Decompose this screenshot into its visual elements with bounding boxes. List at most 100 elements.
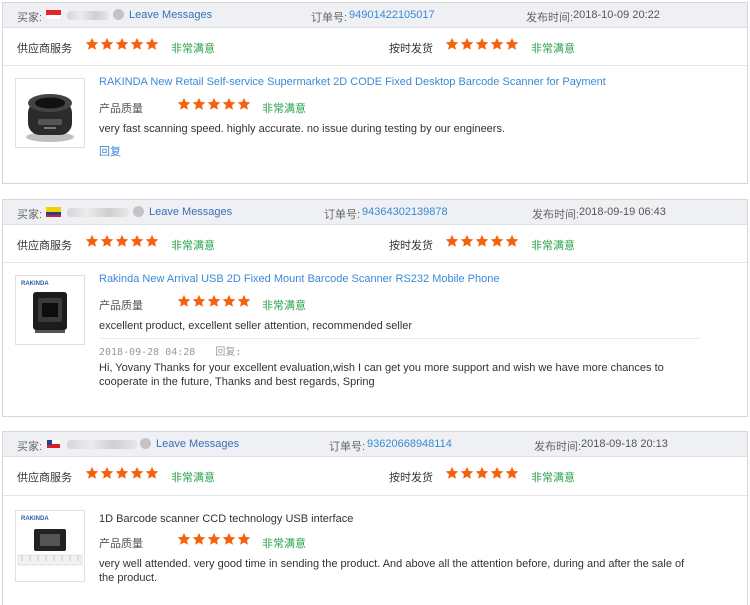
star-icon	[475, 37, 489, 50]
product-thumbnail[interactable]: RAKINDA	[15, 510, 85, 582]
product-thumbnail[interactable]	[15, 78, 85, 148]
star-icon	[177, 97, 191, 110]
supplier-service-rating-text: 非常满意	[171, 43, 215, 55]
product-quality-label: 产品质量	[99, 300, 143, 312]
reply-button[interactable]: 回复	[99, 143, 121, 159]
star-icon	[475, 234, 489, 247]
review-text: very well attended. very good time in se…	[99, 558, 685, 584]
review-header: 买家: Leave Messages 订单号: 94901422105017 发…	[3, 3, 747, 28]
star-icon	[130, 466, 144, 479]
barcode-scanner-image	[26, 94, 74, 142]
seller-reply-text: Hi, Yovany Thanks for your excellent eva…	[99, 362, 664, 388]
order-number-label: 订单号:	[311, 12, 348, 24]
leave-messages-link[interactable]: Leave Messages	[149, 206, 232, 218]
supplier-service-rating-text: 非常满意	[171, 472, 215, 484]
on-time-delivery-label: 按时发货	[389, 240, 433, 252]
product-thumbnail[interactable]: RAKINDA	[15, 275, 85, 345]
star-icon	[207, 97, 221, 110]
on-time-delivery-stars	[445, 466, 519, 480]
product-title-link[interactable]: Rakinda New Arrival USB 2D Fixed Mount B…	[99, 273, 499, 285]
product-quality-rating-text: 非常满意	[262, 103, 306, 115]
product-quality-rating-text: 非常满意	[262, 538, 306, 550]
supplier-service-label: 供应商服务	[17, 240, 72, 252]
star-icon	[237, 294, 251, 307]
product-title-link[interactable]: RAKINDA New Retail Self-service Supermar…	[99, 76, 606, 88]
star-icon	[505, 466, 519, 479]
product-quality-rating-text: 非常满意	[262, 300, 306, 312]
star-icon	[177, 532, 191, 545]
star-icon	[192, 294, 206, 307]
star-icon	[490, 466, 504, 479]
seller-reply-meta: 2018-09-28 04:28 回复:	[99, 338, 701, 358]
star-icon	[100, 37, 114, 50]
star-icon	[445, 37, 459, 50]
publish-time: 2018-09-19 06:43	[579, 206, 666, 218]
star-icon	[85, 234, 99, 247]
star-icon	[445, 466, 459, 479]
buyer-label: 买家:	[17, 209, 43, 221]
review-card: 买家: Leave Messages 订单号: 94364302139878 发…	[2, 199, 748, 417]
leave-messages-link[interactable]: Leave Messages	[156, 438, 239, 450]
review-card: 买家: Leave Messages 订单号: 93620668948114 发…	[2, 431, 748, 605]
supplier-service-stars	[85, 234, 159, 248]
product-title[interactable]: 1D Barcode scanner CCD technology USB in…	[99, 513, 353, 525]
on-time-delivery-label: 按时发货	[389, 472, 433, 484]
star-icon	[100, 234, 114, 247]
review-header: 买家: Leave Messages 订单号: 93620668948114 发…	[3, 432, 747, 457]
star-icon	[222, 97, 236, 110]
on-time-delivery-label: 按时发货	[389, 43, 433, 55]
star-icon	[207, 294, 221, 307]
buyer-name-blurred	[67, 440, 137, 449]
star-icon	[145, 234, 159, 247]
review-text: excellent product, excellent seller atte…	[99, 320, 413, 332]
order-number-label: 订单号:	[329, 441, 366, 453]
buyer-avatar-icon[interactable]	[113, 9, 124, 20]
star-icon	[177, 294, 191, 307]
leave-messages-link[interactable]: Leave Messages	[129, 9, 212, 21]
publish-time: 2018-09-18 20:13	[581, 438, 668, 450]
star-icon	[85, 37, 99, 50]
on-time-delivery-rating-text: 非常满意	[531, 43, 575, 55]
buyer-avatar-icon[interactable]	[133, 206, 144, 217]
publish-time: 2018-10-09 20:22	[573, 9, 660, 21]
star-icon	[130, 37, 144, 50]
order-number-link[interactable]: 93620668948114	[367, 438, 452, 450]
reply-label: 回复:	[215, 347, 242, 358]
supplier-service-label: 供应商服务	[17, 472, 72, 484]
buyer-avatar-icon[interactable]	[140, 438, 151, 449]
star-icon	[145, 37, 159, 50]
supplier-service-rating-text: 非常满意	[171, 240, 215, 252]
product-quality-stars	[177, 97, 251, 111]
buyer-name-blurred	[67, 208, 129, 217]
star-icon	[460, 37, 474, 50]
chile-flag-icon	[46, 439, 61, 449]
order-number-link[interactable]: 94901422105017	[349, 9, 435, 21]
product-quality-label: 产品质量	[99, 538, 143, 550]
star-icon	[505, 234, 519, 247]
buyer-name-blurred	[67, 11, 109, 20]
barcode-scanner-image: RAKINDA	[17, 516, 83, 566]
star-icon	[85, 466, 99, 479]
star-icon	[145, 466, 159, 479]
star-icon	[207, 532, 221, 545]
order-number-link[interactable]: 94364302139878	[362, 206, 448, 218]
on-time-delivery-rating-text: 非常满意	[531, 472, 575, 484]
colombia-flag-icon	[46, 207, 61, 217]
supplier-service-stars	[85, 466, 159, 480]
star-icon	[460, 466, 474, 479]
product-quality-stars	[177, 532, 251, 546]
star-icon	[222, 532, 236, 545]
supplier-service-label: 供应商服务	[17, 43, 72, 55]
review-card: 买家: Leave Messages 订单号: 94901422105017 发…	[2, 2, 748, 184]
on-time-delivery-rating-text: 非常满意	[531, 240, 575, 252]
publish-time-label: 发布时间:	[532, 209, 580, 221]
product-quality-label: 产品质量	[99, 103, 143, 115]
star-icon	[222, 294, 236, 307]
star-icon	[130, 234, 144, 247]
rating-row: 供应商服务 非常满意 按时发货 非常满意	[3, 28, 747, 66]
barcode-scanner-image: RAKINDA	[21, 281, 67, 333]
star-icon	[475, 466, 489, 479]
rating-row: 供应商服务 非常满意 按时发货 非常满意	[3, 225, 747, 263]
star-icon	[237, 97, 251, 110]
review-header: 买家: Leave Messages 订单号: 94364302139878 发…	[3, 200, 747, 225]
